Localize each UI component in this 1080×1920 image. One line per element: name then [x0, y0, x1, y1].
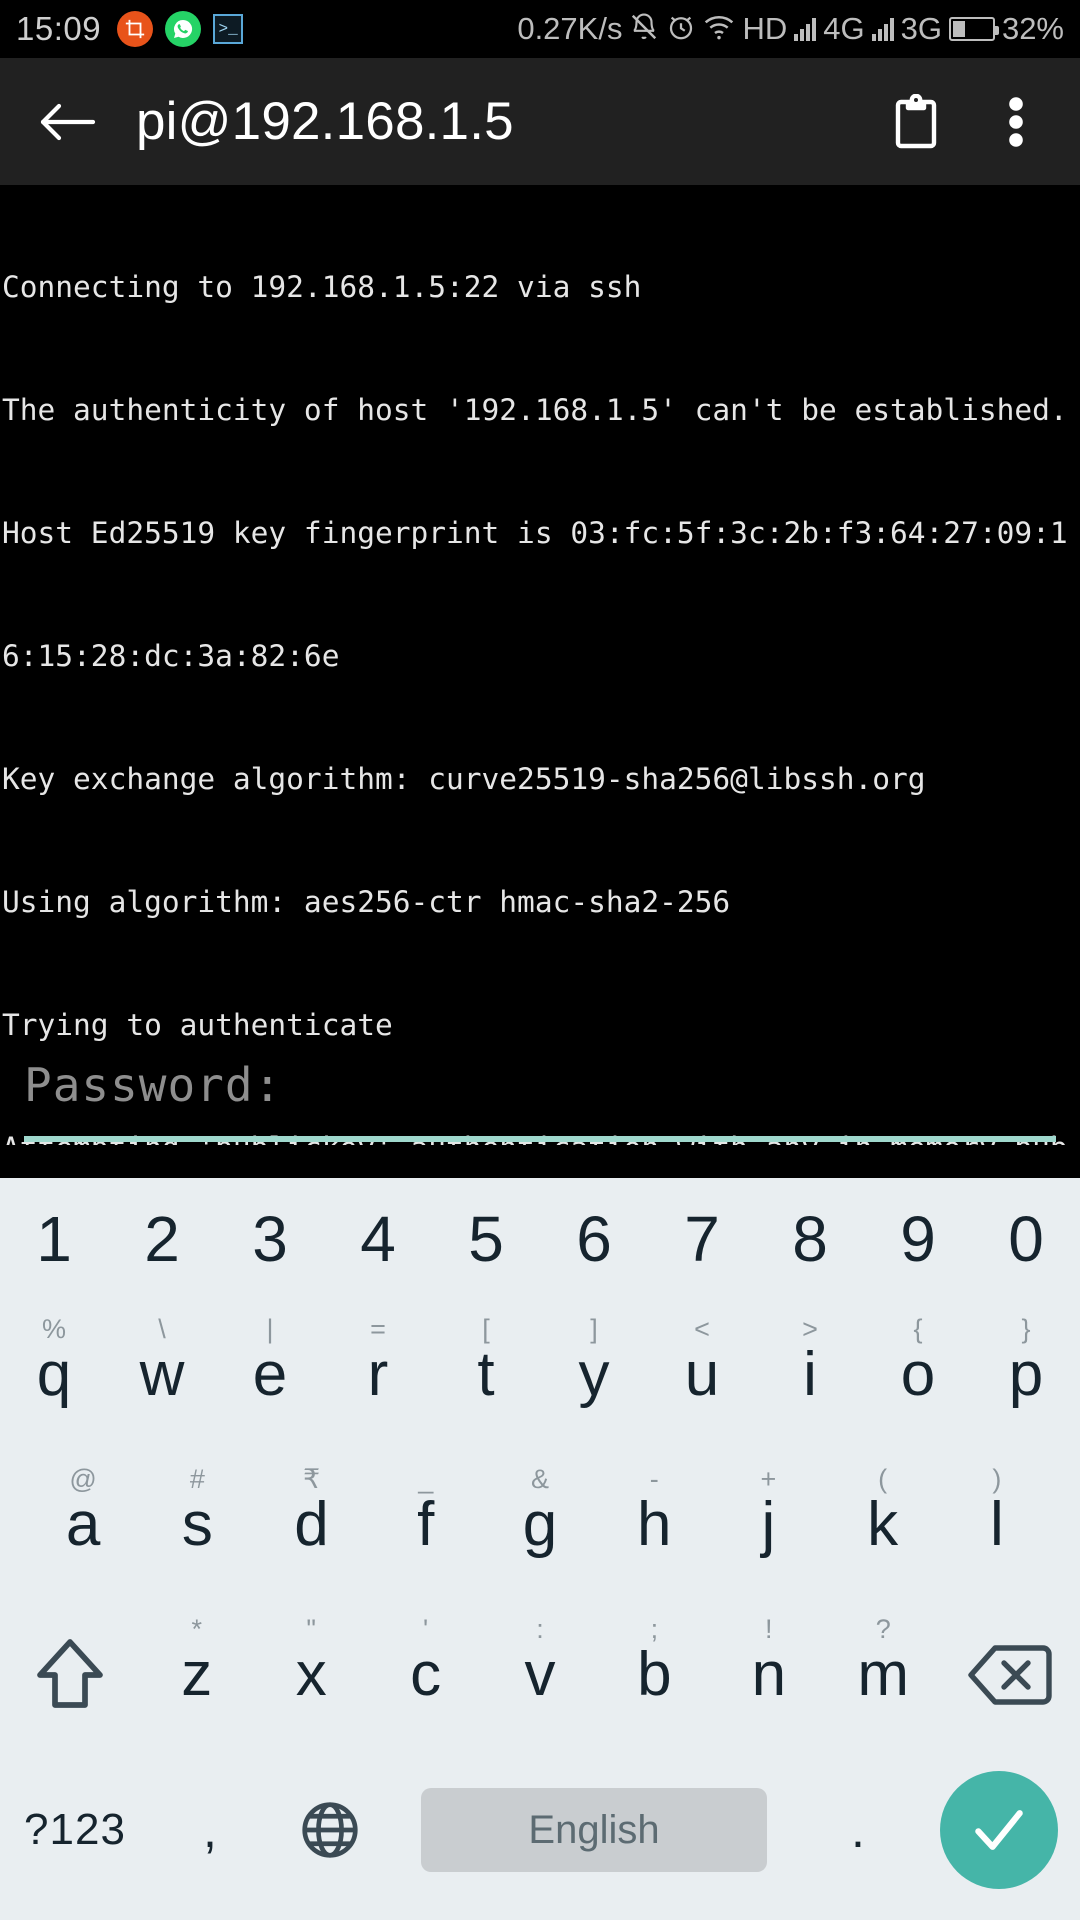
comma-key[interactable]: ,: [150, 1750, 270, 1910]
key-i[interactable]: > i: [756, 1300, 864, 1450]
signal-bars-sim2: [871, 17, 894, 41]
period-key[interactable]: .: [798, 1750, 918, 1910]
spacebar-label: English: [420, 1788, 768, 1872]
key-1[interactable]: 1: [0, 1178, 108, 1300]
terminal-line: Using algorithm: aes256-ctr hmac-sha2-25…: [2, 885, 731, 919]
key-2[interactable]: 2: [108, 1178, 216, 1300]
keyboard-row-home: @ a # s ₹ d _ f & g -h + j (k ) l: [0, 1450, 1080, 1600]
key-o[interactable]: {o: [864, 1300, 972, 1450]
key-a[interactable]: @ a: [26, 1450, 140, 1600]
battery-icon: [948, 17, 999, 41]
overflow-menu-icon[interactable]: [988, 91, 1044, 153]
key-k[interactable]: (k: [826, 1450, 940, 1600]
backspace-key[interactable]: [940, 1600, 1080, 1750]
spacebar[interactable]: English: [390, 1750, 798, 1910]
key-v[interactable]: :v: [483, 1600, 597, 1750]
wifi-icon: [703, 13, 735, 46]
key-y[interactable]: ] y: [540, 1300, 648, 1450]
keyboard-row-qwerty: % q \ w | e = r [t ] y < u > i {o } p: [0, 1300, 1080, 1450]
sim2-network-label: 3G: [900, 11, 942, 46]
password-placeholder: Password:: [24, 1058, 283, 1112]
key-s[interactable]: # s: [140, 1450, 254, 1600]
key-8[interactable]: 8: [756, 1178, 864, 1300]
network-speed: 0.27K/s: [517, 11, 623, 46]
keyboard-row-numbers: 1 2 3 4 5 6 7 8 9 0: [0, 1178, 1080, 1300]
app-bar: pi@192.168.1.5: [0, 58, 1080, 185]
key-t[interactable]: [t: [432, 1300, 540, 1450]
key-b[interactable]: ; b: [597, 1600, 711, 1750]
status-bar: 15:09 >_ 0.27K/s HD 4G 3G 32%: [0, 0, 1080, 58]
symbols-key[interactable]: ?123: [0, 1750, 150, 1910]
key-3[interactable]: 3: [216, 1178, 324, 1300]
key-q[interactable]: % q: [0, 1300, 108, 1450]
terminal-line: Host Ed25519 key fingerprint is 03:fc:5f…: [2, 516, 1068, 550]
hd-label: HD: [742, 11, 788, 46]
checkmark-icon: [940, 1771, 1058, 1889]
key-g[interactable]: & g: [483, 1450, 597, 1600]
key-7[interactable]: 7: [648, 1178, 756, 1300]
enter-key[interactable]: [918, 1750, 1080, 1910]
key-e[interactable]: | e: [216, 1300, 324, 1450]
terminal-line: Trying to authenticate: [2, 1008, 393, 1042]
battery-percent: 32%: [1001, 11, 1064, 46]
keyboard-row-modifiers: ?123 , English .: [0, 1750, 1080, 1910]
key-m[interactable]: ? m: [826, 1600, 940, 1750]
page-title: pi@192.168.1.5: [136, 92, 514, 151]
alarm-clock-icon: [666, 12, 696, 47]
terminal-line: The authenticity of host '192.168.1.5' c…: [2, 393, 1068, 427]
key-r[interactable]: = r: [324, 1300, 432, 1450]
terminal-line: 6:15:28:dc:3a:82:6e: [2, 639, 340, 673]
silent-bell-icon: [629, 12, 659, 47]
key-x[interactable]: " x: [254, 1600, 368, 1750]
key-l[interactable]: ) l: [940, 1450, 1054, 1600]
key-6[interactable]: 6: [540, 1178, 648, 1300]
key-n[interactable]: ! n: [712, 1600, 826, 1750]
screen: 15:09 >_ 0.27K/s HD 4G 3G 32% pi@192.168…: [0, 0, 1080, 1920]
screenshot-crop-icon: [117, 11, 154, 47]
globe-icon[interactable]: [270, 1750, 390, 1910]
whatsapp-icon: [165, 11, 202, 47]
on-screen-keyboard: 1 2 3 4 5 6 7 8 9 0 % q \ w | e = r [t ] y < u…: [0, 1178, 1080, 1920]
key-5[interactable]: 5: [432, 1178, 540, 1300]
terminal-output[interactable]: Connecting to 192.168.1.5:22 via ssh The…: [0, 185, 1080, 1145]
key-f[interactable]: _ f: [369, 1450, 483, 1600]
app-bar-actions: [888, 91, 1044, 153]
key-z[interactable]: * z: [140, 1600, 254, 1750]
key-0[interactable]: 0: [972, 1178, 1080, 1300]
key-j[interactable]: + j: [711, 1450, 825, 1600]
status-right-group: 0.27K/s HD 4G 3G 32%: [517, 11, 1064, 47]
clipboard-icon[interactable]: [888, 91, 944, 153]
password-underline: [24, 1136, 1056, 1142]
key-d[interactable]: ₹ d: [254, 1450, 368, 1600]
key-4[interactable]: 4: [324, 1178, 432, 1300]
sim1-network-label: 4G: [823, 11, 865, 46]
keyboard-row-bottom-letters: * z " x ' c :v ; b ! n ? m: [0, 1600, 1080, 1750]
status-notification-icons: >_: [117, 11, 244, 47]
signal-bars-sim1: [794, 17, 817, 41]
key-h[interactable]: -h: [597, 1450, 711, 1600]
key-9[interactable]: 9: [864, 1178, 972, 1300]
terminal-app-icon: >_: [213, 14, 244, 44]
password-field[interactable]: Password:: [24, 1055, 1056, 1142]
back-arrow-icon[interactable]: [36, 91, 98, 153]
shift-key[interactable]: [0, 1600, 140, 1750]
key-u[interactable]: < u: [648, 1300, 756, 1450]
key-p[interactable]: } p: [972, 1300, 1080, 1450]
terminal-line: Key exchange algorithm: curve25519-sha25…: [2, 762, 926, 796]
key-w[interactable]: \ w: [108, 1300, 216, 1450]
terminal-line: Connecting to 192.168.1.5:22 via ssh: [2, 270, 642, 304]
key-c[interactable]: ' c: [368, 1600, 482, 1750]
status-time: 15:09: [16, 10, 102, 47]
